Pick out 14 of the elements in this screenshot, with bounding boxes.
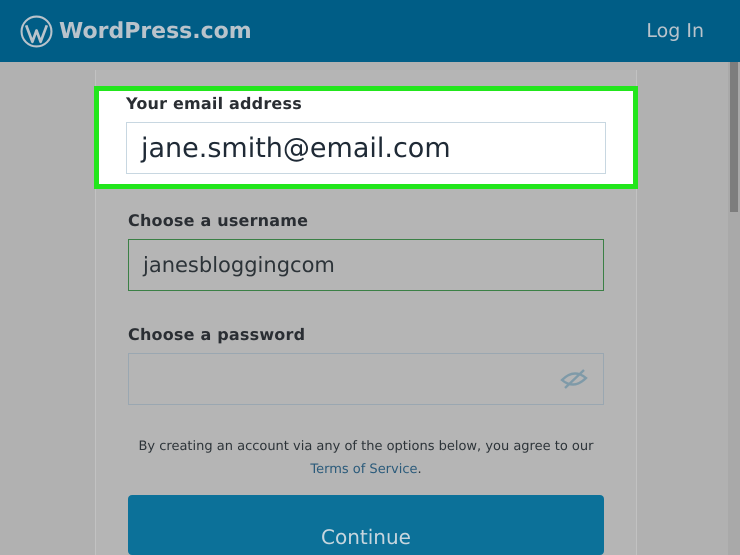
email-field[interactable]: jane.smith@email.com bbox=[126, 122, 606, 174]
logo-text: WordPress.com bbox=[59, 18, 252, 44]
login-link[interactable]: Log In bbox=[646, 20, 704, 42]
wordpress-logo-icon bbox=[20, 14, 53, 48]
eye-slash-icon[interactable] bbox=[559, 367, 589, 391]
password-field[interactable] bbox=[128, 353, 604, 405]
continue-button[interactable]: Continue bbox=[128, 495, 604, 555]
terms-of-service-link[interactable]: Terms of Service bbox=[310, 462, 418, 477]
scrollbar-thumb[interactable] bbox=[730, 62, 738, 212]
terms-text: By creating an account via any of the options below, you agree to our Terms of Service. bbox=[138, 438, 594, 479]
field-label: Your email address bbox=[126, 94, 303, 113]
field-label: Choose a username bbox=[128, 211, 310, 230]
field-label: Choose a password bbox=[128, 325, 306, 344]
username-field[interactable]: janesbloggingcom bbox=[128, 239, 604, 291]
